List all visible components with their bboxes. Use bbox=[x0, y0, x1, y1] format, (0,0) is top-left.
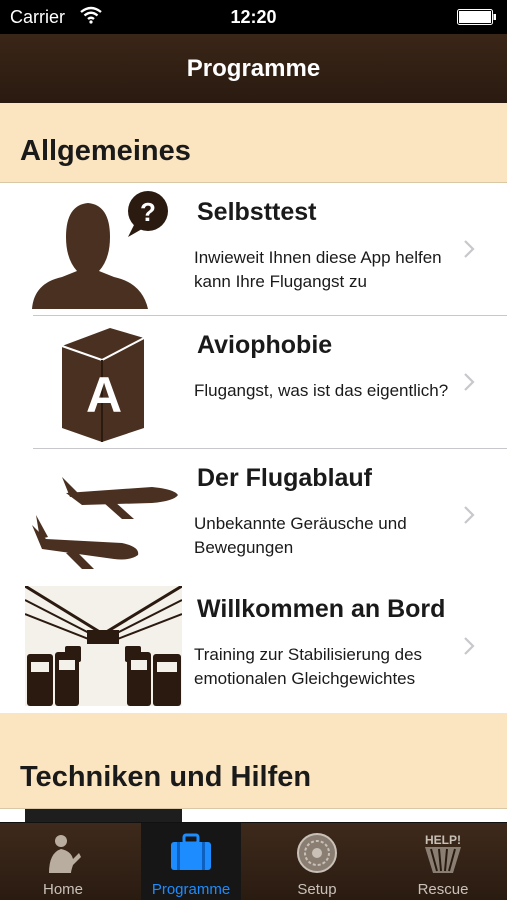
list-item-aviophobie[interactable]: A Aviophobie Flugangst, was ist das eige… bbox=[0, 316, 507, 449]
section-title: Allgemeines bbox=[20, 135, 191, 167]
row-subtitle: Flugangst, was ist das eigentlich? bbox=[194, 381, 449, 400]
row-title: Aviophobie bbox=[197, 331, 333, 359]
list-item-selbsttest[interactable]: ? Selbsttest Inwieweit Ihnen diese App h… bbox=[0, 183, 507, 316]
list-item-willkommen-an-bord[interactable]: Willkommen an Bord Training zur Stabilis… bbox=[0, 580, 507, 712]
battery-icon bbox=[457, 9, 496, 25]
row-subtitle: Inwieweit Ihnen diese App helfen kann Ih… bbox=[194, 248, 442, 291]
person-question-icon: ? bbox=[32, 191, 168, 309]
svg-text:?: ? bbox=[140, 197, 156, 227]
cabin-icon bbox=[25, 586, 182, 706]
tab-programme[interactable]: Programme bbox=[141, 823, 241, 900]
row-title: Selbsttest bbox=[197, 198, 317, 226]
tab-setup[interactable]: Setup bbox=[267, 823, 367, 900]
page-title: Programme bbox=[186, 55, 321, 82]
section-title: Techniken und Hilfen bbox=[20, 761, 312, 793]
tab-bar: Home Programme Setup HELP! Rescue bbox=[0, 822, 507, 900]
help-icon: HELP! bbox=[425, 833, 461, 873]
tab-rescue[interactable]: HELP! Rescue bbox=[393, 823, 493, 900]
chevron-right-icon bbox=[464, 637, 475, 655]
wheel-icon bbox=[297, 833, 337, 873]
book-icon: A bbox=[61, 328, 145, 442]
chevron-right-icon bbox=[464, 373, 475, 391]
section-header-allgemeines: Allgemeines bbox=[0, 103, 507, 183]
list-item-der-flugablauf[interactable]: Der Flugablauf Unbekannte Geräusche und … bbox=[0, 449, 507, 582]
briefcase-icon bbox=[171, 833, 211, 870]
chevron-right-icon bbox=[464, 506, 475, 524]
tab-label: Programme bbox=[151, 881, 231, 898]
tab-label: Home bbox=[42, 881, 83, 898]
row-title: Der Flugablauf bbox=[197, 464, 373, 492]
svg-text:HELP!: HELP! bbox=[425, 833, 461, 847]
clock: 12:20 bbox=[230, 7, 277, 27]
row-subtitle: Training zur Stabilisierung des emotiona… bbox=[194, 645, 423, 688]
tab-label: Rescue bbox=[417, 881, 469, 898]
airplanes-icon bbox=[32, 477, 178, 569]
tab-home[interactable]: Home bbox=[13, 823, 113, 900]
row-title: Willkommen an Bord bbox=[197, 595, 446, 623]
row-subtitle: Unbekannte Geräusche und Bewegungen bbox=[194, 514, 407, 557]
status-bar: Carrier 12:20 bbox=[0, 0, 507, 34]
person-home-icon bbox=[49, 835, 81, 873]
nav-bar: Programme bbox=[0, 34, 507, 103]
chevron-right-icon bbox=[464, 240, 475, 258]
section-header-techniken-und-hilfen: Techniken und Hilfen bbox=[0, 713, 507, 809]
tab-label: Setup bbox=[297, 881, 337, 898]
svg-text:A: A bbox=[86, 367, 122, 423]
